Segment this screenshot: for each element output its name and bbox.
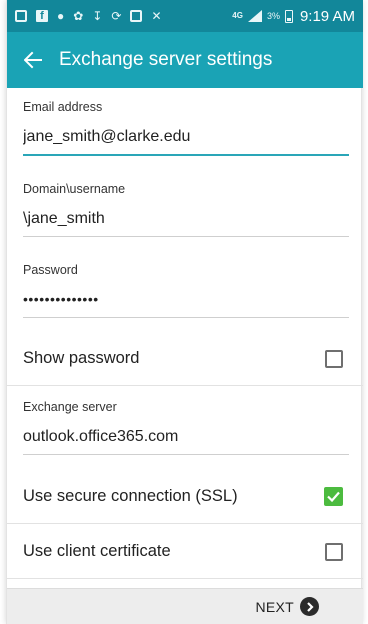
next-button[interactable]: NEXT <box>255 597 319 616</box>
password-field[interactable] <box>23 291 349 318</box>
client-certificate-label: Use client certificate <box>23 542 171 560</box>
mute-icon: ✕ <box>151 9 162 23</box>
show-password-row[interactable]: Show password <box>7 332 363 386</box>
ssl-label: Use secure connection (SSL) <box>23 487 238 505</box>
status-bar: f ● ✿ ↧ ⟳ ✕ 4G 3% 9:19 AM <box>7 0 363 32</box>
exchange-server-field-group: Exchange server <box>23 400 349 455</box>
client-certificate-row[interactable]: Use client certificate <box>7 525 363 579</box>
exchange-server-field[interactable] <box>23 428 349 455</box>
notification-icons: f ● ✿ ↧ ⟳ ✕ <box>15 10 232 22</box>
show-password-checkbox[interactable] <box>325 349 343 368</box>
exchange-server-label: Exchange server <box>23 400 117 414</box>
screenshot-frame: f ● ✿ ↧ ⟳ ✕ 4G 3% 9:19 AM Exchange serve… <box>0 0 368 624</box>
location-icon: ● <box>57 9 65 23</box>
message-icon <box>15 10 27 22</box>
status-right: 4G 3% 9:19 AM <box>232 8 355 25</box>
status-time: 9:19 AM <box>299 7 355 25</box>
phone-screen: f ● ✿ ↧ ⟳ ✕ 4G 3% 9:19 AM Exchange serve… <box>6 0 363 624</box>
next-label: NEXT <box>255 598 294 615</box>
app-bar: Exchange server settings <box>7 32 363 88</box>
battery-percent: 3% <box>266 11 280 21</box>
password-label: Password <box>23 263 78 277</box>
ssl-row[interactable]: Use secure connection (SSL) <box>7 470 363 524</box>
facebook-icon: f <box>36 10 48 22</box>
battery-icon <box>284 9 293 23</box>
domain-username-field[interactable] <box>23 210 349 237</box>
download-icon: ↧ <box>92 9 103 23</box>
settings-icon: ✿ <box>73 9 84 23</box>
signal-icon <box>247 10 262 22</box>
email-field[interactable] <box>23 128 349 156</box>
domain-username-label: Domain\username <box>23 182 126 196</box>
chevron-right-glyph <box>306 601 314 612</box>
checkmark-icon <box>327 491 340 502</box>
client-certificate-checkbox[interactable] <box>325 542 343 561</box>
sync-icon: ⟳ <box>111 9 122 23</box>
password-field-group: Password <box>23 263 349 318</box>
page-title: Exchange server settings <box>59 49 273 70</box>
domain-username-field-group: Domain\username <box>23 182 349 237</box>
email-label: Email address <box>23 100 103 114</box>
gallery-icon <box>130 10 143 22</box>
back-button[interactable] <box>7 32 59 88</box>
bottom-bar: NEXT <box>7 588 363 624</box>
network-type: 4G <box>232 11 243 20</box>
chevron-right-icon <box>300 597 319 616</box>
show-password-label: Show password <box>23 349 140 367</box>
ssl-checkbox[interactable] <box>324 487 343 506</box>
email-field-group: Email address <box>23 100 349 156</box>
arrow-left-icon <box>24 51 42 69</box>
